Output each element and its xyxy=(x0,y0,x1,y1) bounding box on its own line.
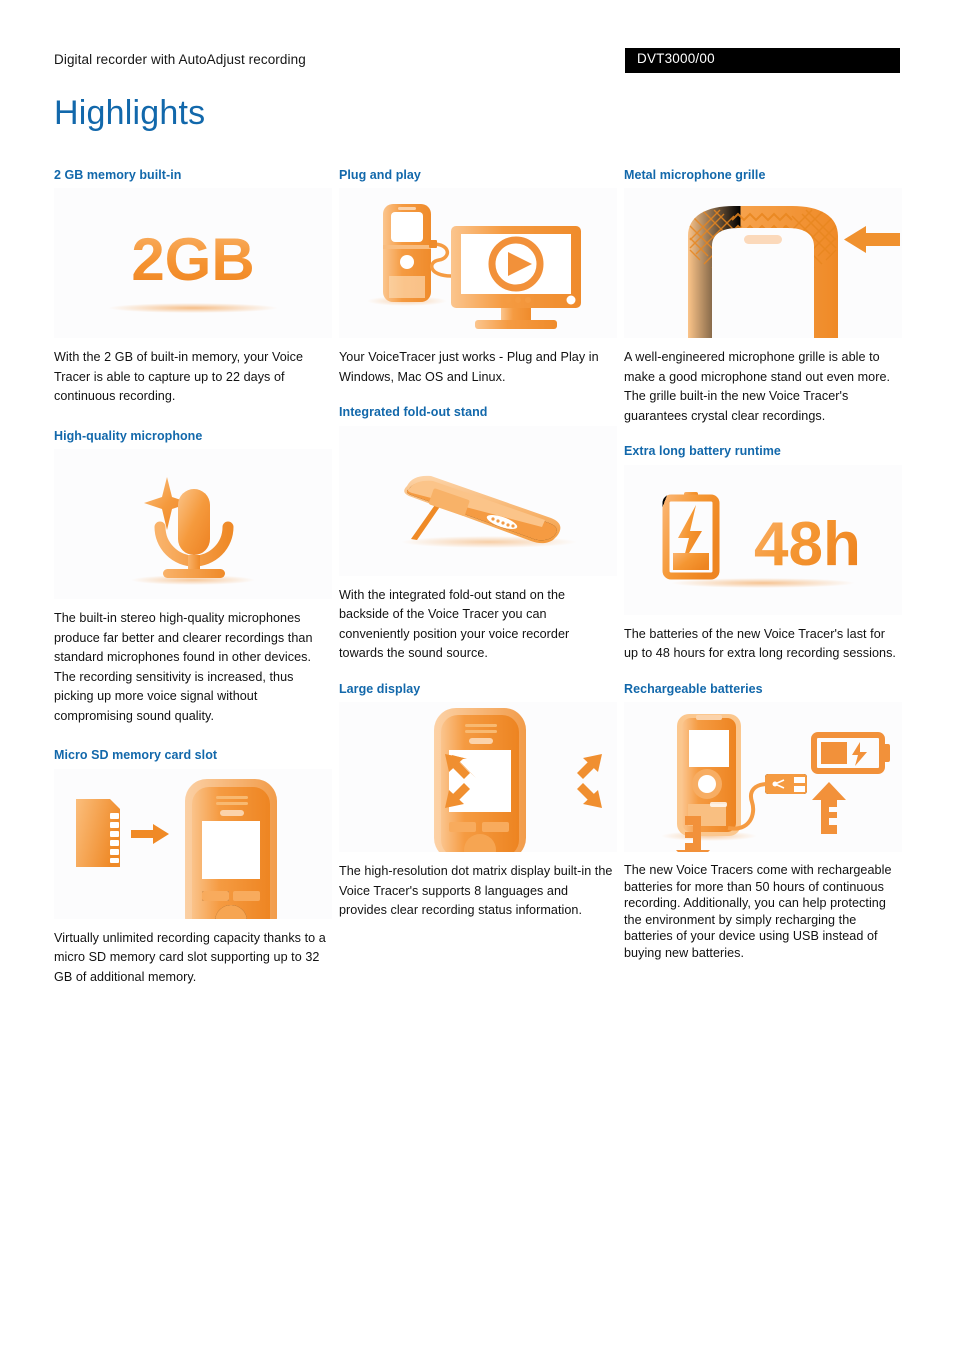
section-body: The new Voice Tracers come with recharge… xyxy=(624,863,892,960)
section-memory-built-in: 2 GB memory built-in 2GB With the 2 GB o… xyxy=(54,168,332,407)
section-micro-sd-memory-card-slot: Micro SD memory card slot Virtually unli… xyxy=(54,748,332,987)
figure-recorder-large-display-arrows-graphic xyxy=(339,702,617,853)
section-body: The batteries of the new Voice Tracer's … xyxy=(624,626,896,661)
section-title: High-quality microphone xyxy=(54,428,203,443)
voice-recorder-side-view xyxy=(404,475,561,543)
page-title: Highlights xyxy=(54,94,206,132)
section-body: The built-in stereo high-quality microph… xyxy=(54,611,313,723)
figure-microphone-grille-arrow-graphic xyxy=(624,188,902,339)
section-body: With the 2 GB of built-in memory, your V… xyxy=(54,350,304,404)
figure-2gb-text-graphic: 2GB xyxy=(54,188,332,339)
usb-cable xyxy=(430,242,452,279)
section-title: Plug and play xyxy=(339,168,421,182)
section-large-display: Large display The high-resolution dot ma… xyxy=(339,682,617,921)
datasheet-page: Digital recorder with AutoAdjust recordi… xyxy=(0,0,954,1350)
figure-microphone-sparkle-graphic xyxy=(54,449,332,600)
section-body: Your VoiceTracer just works - Plug and P… xyxy=(339,350,599,384)
grille-slot xyxy=(744,235,782,245)
figure-text-48h: 48h xyxy=(754,510,861,579)
section-title: Large display xyxy=(339,681,421,696)
figure-recorder-usb-charging-graphic xyxy=(624,702,902,853)
usb-plug-icon xyxy=(765,774,807,795)
figure-recorder-on-fold-out-stand-graphic xyxy=(339,425,617,576)
section-high-quality-microphone: High-quality microphone The built-in ste… xyxy=(54,429,332,726)
insert-arrow-icon xyxy=(131,823,169,844)
battery-icon xyxy=(811,732,890,775)
section-integrated-fold-out-stand: Integrated fold-out stand With the integ… xyxy=(339,405,617,663)
pointer-arrow-icon xyxy=(844,226,900,254)
battery-icon xyxy=(662,491,720,580)
figure-text-2gb: 2GB xyxy=(131,226,254,293)
figure-recorder-connected-to-monitor-graphic xyxy=(339,188,617,339)
voice-recorder-icon xyxy=(383,204,431,303)
voice-recorder-icon xyxy=(185,778,277,919)
section-metal-microphone-grille: Metal microphone grille A well-engineere… xyxy=(624,168,902,426)
lightning-bolt-icon xyxy=(852,742,867,767)
section-body: A well-engineered microphone grille is a… xyxy=(624,350,891,423)
section-title: Rechargeable batteries xyxy=(624,681,763,696)
monitor-icon xyxy=(451,226,581,330)
figure-microsd-card-into-recorder-graphic xyxy=(54,768,332,919)
column-1: 2 GB memory built-in 2GB With the 2 GB o… xyxy=(54,168,332,987)
section-extra-long-battery-runtime: Extra long battery runtime 48h The batte… xyxy=(624,444,902,663)
section-title: Micro SD memory card slot xyxy=(54,748,218,763)
section-title: Metal microphone grille xyxy=(624,168,766,182)
section-plug-and-play: Plug and play Your VoiceTracer just work… xyxy=(339,168,617,387)
section-body: With the integrated fold-out stand on th… xyxy=(339,587,570,661)
figure-battery-48h-graphic: 48h xyxy=(624,464,902,615)
section-title: Extra long battery runtime xyxy=(624,444,781,459)
section-title: 2 GB memory built-in xyxy=(54,168,182,182)
sku-banner: DVT3000/00 xyxy=(625,48,900,73)
column-2: Plug and play Your VoiceTracer just work… xyxy=(339,168,617,921)
section-title: Integrated fold-out stand xyxy=(339,405,488,420)
page-header: Digital recorder with AutoAdjust recordi… xyxy=(54,48,900,80)
section-rechargeable-batteries: Rechargeable batteries The new Voice Tra… xyxy=(624,682,902,961)
section-body: The high-resolution dot matrix display b… xyxy=(339,864,613,918)
sku-label: DVT3000/00 xyxy=(637,51,715,66)
column-3: Metal microphone grille A well-engineere… xyxy=(624,168,902,961)
header-subtitle: Digital recorder with AutoAdjust recordi… xyxy=(54,52,306,67)
voice-recorder-icon xyxy=(434,708,602,853)
section-body: Virtually unlimited recording capacity t… xyxy=(54,930,326,984)
microsd-card-icon xyxy=(76,798,120,867)
